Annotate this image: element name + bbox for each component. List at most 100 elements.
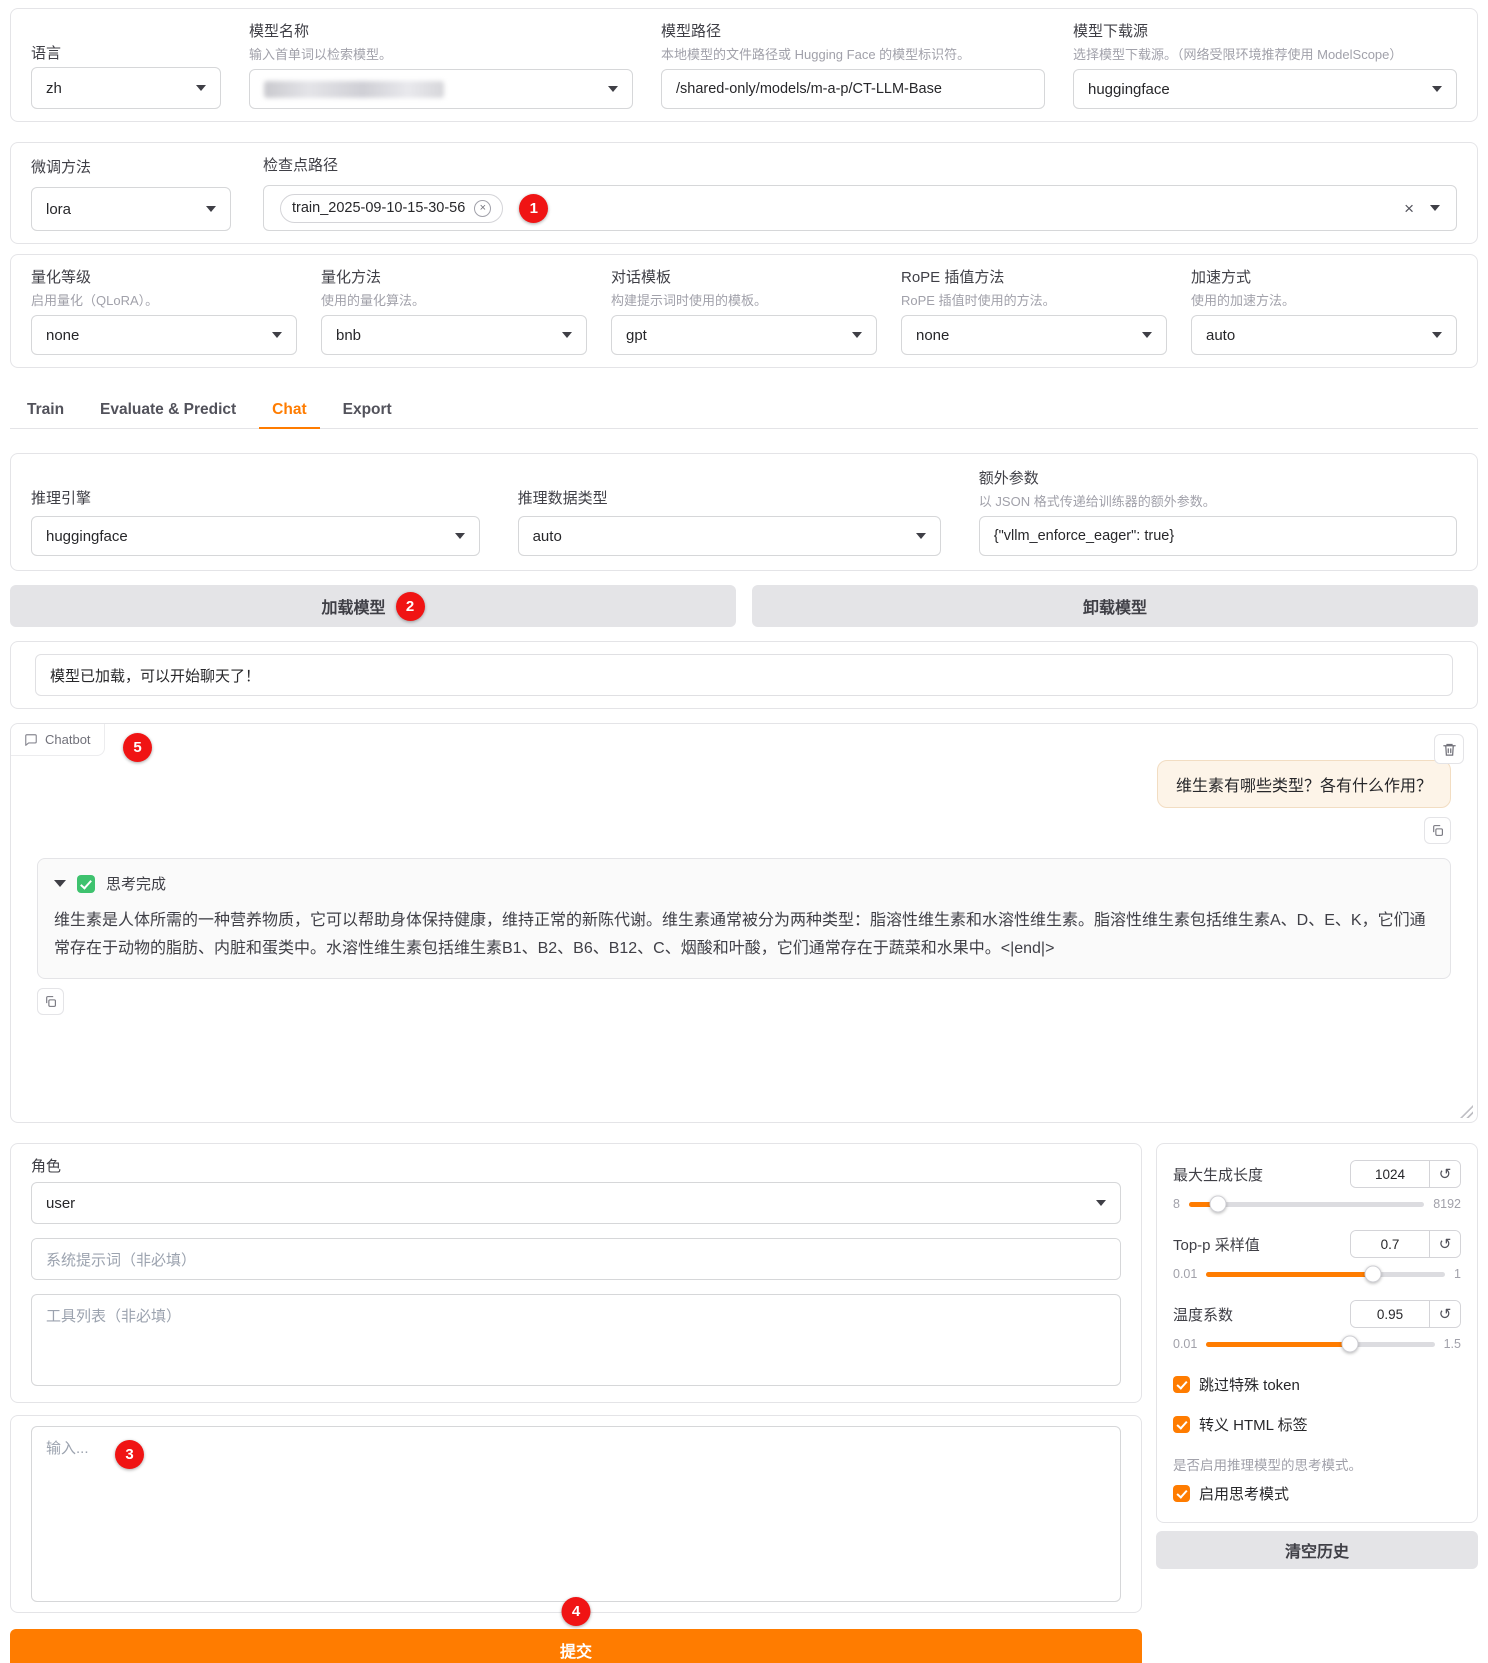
submit-button[interactable]: 提交 — [10, 1629, 1142, 1663]
top-p-input[interactable]: 0.7 — [1351, 1231, 1429, 1257]
chevron-down-icon — [196, 85, 206, 91]
quant-method-label: 量化方法 — [321, 269, 382, 286]
model-path-input[interactable] — [661, 69, 1045, 109]
chat-io-column: 角色 user 3 4 提交 — [10, 1143, 1142, 1663]
chip-remove-icon[interactable]: × — [474, 199, 492, 217]
temperature-input[interactable]: 0.95 — [1351, 1301, 1429, 1327]
infer-engine-dropdown[interactable]: huggingface — [31, 516, 480, 556]
trash-icon — [1442, 743, 1456, 756]
checkpoint-multiselect[interactable]: train_2025-09-10-15-30-56 × 1 × — [263, 185, 1457, 231]
quant-bit-value: none — [46, 326, 80, 344]
language-field: 语言 zh — [31, 43, 221, 109]
enable-thinking-checkbox[interactable]: 启用思考模式 — [1173, 1483, 1461, 1504]
quant-bit-field: 量化等级 启用量化（QLoRA）。 none — [31, 267, 297, 355]
annotation-badge-5: 5 — [123, 733, 152, 762]
temperature-slider[interactable] — [1206, 1335, 1435, 1353]
unload-model-button[interactable]: 卸载模型 — [752, 585, 1478, 627]
finetune-field: 微调方法 lora — [31, 157, 231, 231]
max-len-label: 最大生成长度 — [1173, 1166, 1264, 1184]
rope-dropdown[interactable]: none — [901, 315, 1167, 355]
chevron-down-icon — [1096, 1200, 1106, 1206]
tab-evaluate-predict[interactable]: Evaluate & Predict — [87, 392, 249, 429]
reset-icon[interactable]: ↺ — [1429, 1161, 1460, 1187]
reset-icon[interactable]: ↺ — [1429, 1301, 1460, 1327]
language-value: zh — [46, 79, 62, 97]
language-dropdown[interactable]: zh — [31, 67, 221, 109]
query-input[interactable] — [31, 1426, 1121, 1602]
max-len-slider[interactable] — [1188, 1195, 1425, 1213]
chatbot-resize-handle[interactable] — [1460, 1105, 1473, 1118]
skip-special-tokens-checkbox[interactable]: 跳过特殊 token — [1173, 1374, 1461, 1395]
checkpoint-label: 检查点路径 — [263, 157, 339, 174]
role-dropdown[interactable]: user — [31, 1182, 1121, 1224]
finetune-dropdown[interactable]: lora — [31, 187, 231, 231]
hub-dropdown[interactable]: huggingface — [1073, 69, 1457, 109]
tab-train[interactable]: Train — [14, 392, 77, 429]
main-tabs: Train Evaluate & Predict Chat Export — [10, 392, 1478, 429]
tab-chat[interactable]: Chat — [259, 392, 320, 429]
infer-dtype-dropdown[interactable]: auto — [517, 516, 941, 556]
quant-method-dropdown[interactable]: bnb — [321, 315, 587, 355]
model-name-label: 模型名称 — [249, 23, 310, 40]
load-model-button[interactable]: 加载模型 2 — [10, 585, 736, 627]
skip-special-tokens-label: 跳过特殊 token — [1199, 1377, 1300, 1394]
load-model-label: 加载模型 — [321, 600, 386, 617]
slider-thumb[interactable] — [1364, 1265, 1382, 1283]
top-p-min: 0.01 — [1173, 1267, 1198, 1281]
thought-toggle[interactable]: 思考完成 — [54, 873, 1434, 894]
assistant-message-block: 思考完成 维生素是人体所需的一种营养物质，它可以帮助身体保持健康，维持正常的新陈… — [37, 858, 1451, 980]
infer-engine-field: 推理引擎 huggingface — [31, 488, 480, 556]
status-message: 模型已加载，可以开始聊天了！ — [35, 654, 1453, 696]
checkbox-checked-icon — [1173, 1416, 1190, 1433]
template-value: gpt — [626, 326, 647, 344]
extra-args-input[interactable] — [978, 516, 1458, 556]
temperature-label: 温度系数 — [1173, 1306, 1234, 1324]
template-dropdown[interactable]: gpt — [611, 315, 877, 355]
model-path-label: 模型路径 — [661, 23, 722, 40]
copy-assistant-message-button[interactable] — [37, 988, 64, 1016]
status-group: 模型已加载，可以开始聊天了！ — [10, 641, 1478, 709]
unload-model-label: 卸载模型 — [1082, 600, 1147, 617]
annotation-badge-4: 4 — [561, 1597, 591, 1626]
checkpoint-chip[interactable]: train_2025-09-10-15-30-56 × — [280, 193, 504, 223]
max-len-min: 8 — [1173, 1197, 1180, 1211]
escape-html-checkbox[interactable]: 转义 HTML 标签 — [1173, 1414, 1461, 1435]
chatbot-label: Chatbot — [45, 732, 91, 747]
quant-bit-dropdown[interactable]: none — [31, 315, 297, 355]
top-p-slider[interactable] — [1206, 1265, 1446, 1283]
copy-user-message-button[interactable] — [1424, 817, 1451, 844]
generation-column: 最大生成长度 1024 ↺ 8 8192 Top-p 采样值 0.7 ↺ 0.0… — [1156, 1143, 1478, 1663]
clear-selection-icon[interactable]: × — [1404, 200, 1414, 217]
finetune-label: 微调方法 — [31, 159, 92, 176]
system-prompt-input[interactable] — [31, 1238, 1121, 1280]
role-value: user — [46, 1194, 76, 1212]
tab-export[interactable]: Export — [330, 392, 405, 429]
escape-html-label: 转义 HTML 标签 — [1199, 1417, 1308, 1434]
top-p-max: 1 — [1454, 1267, 1461, 1281]
query-group: 3 — [10, 1415, 1142, 1613]
rope-value: none — [916, 326, 950, 344]
clear-history-button[interactable]: 清空历史 — [1156, 1531, 1478, 1569]
hub-value: huggingface — [1088, 80, 1170, 98]
collapse-triangle-icon — [54, 880, 66, 887]
chatbot-panel: Chatbot 5 维生素有哪些类型？各有什么作用？ 思考完成 维生素是人体所需… — [10, 723, 1478, 1123]
checkpoint-chip-text: train_2025-09-10-15-30-56 — [292, 200, 466, 216]
temperature-max: 1.5 — [1443, 1337, 1461, 1351]
quant-bit-label: 量化等级 — [31, 269, 92, 286]
booster-dropdown[interactable]: auto — [1191, 315, 1457, 355]
slider-thumb[interactable] — [1341, 1335, 1359, 1353]
thought-done-check-icon — [77, 874, 95, 893]
chevron-down-icon[interactable] — [1430, 205, 1440, 211]
copy-icon — [46, 996, 56, 1007]
booster-label: 加速方式 — [1191, 269, 1252, 286]
checkpoint-field: 检查点路径 train_2025-09-10-15-30-56 × 1 × — [263, 155, 1457, 231]
reset-icon[interactable]: ↺ — [1429, 1231, 1460, 1257]
max-len-input[interactable]: 1024 — [1351, 1161, 1429, 1187]
model-name-dropdown[interactable] — [249, 69, 633, 109]
tools-input[interactable] — [31, 1294, 1121, 1386]
advanced-config-row: 量化等级 启用量化（QLoRA）。 none 量化方法 使用的量化算法。 bnb… — [10, 254, 1478, 368]
clear-chat-button[interactable] — [1434, 734, 1464, 764]
template-label: 对话模板 — [611, 269, 672, 286]
bottom-area: 角色 user 3 4 提交 最大生成长度 — [10, 1143, 1478, 1663]
slider-thumb[interactable] — [1209, 1195, 1227, 1213]
